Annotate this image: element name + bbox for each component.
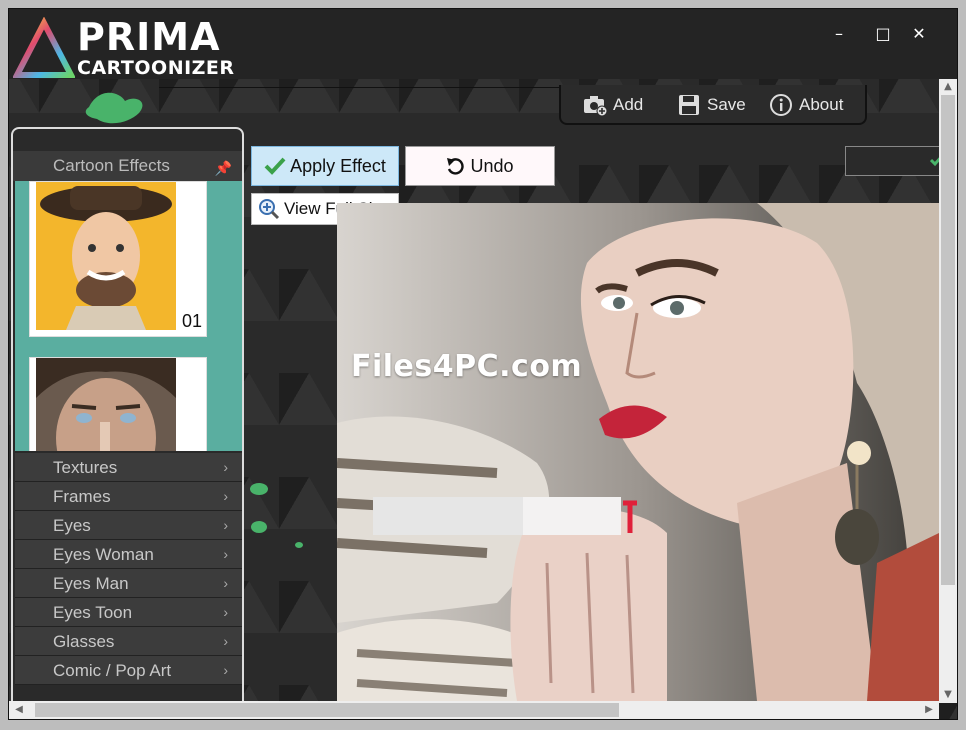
save-label: Save — [707, 95, 746, 114]
vertical-scroll-thumb[interactable] — [941, 95, 955, 585]
checkmark-icon — [264, 157, 286, 175]
menu-label: Comic / Pop Art — [53, 661, 172, 680]
scroll-right-icon[interactable]: ▶ — [921, 702, 937, 718]
about-button[interactable]: About — [769, 93, 843, 117]
scroll-left-icon[interactable]: ◀ — [11, 702, 27, 718]
menu-label: Frames — [53, 487, 111, 506]
vertical-scrollbar[interactable]: ▲ ▼ — [939, 79, 957, 703]
undo-button[interactable]: Undo — [405, 146, 555, 186]
image-canvas[interactable]: Files4PC.com — [245, 203, 939, 701]
chevron-right-icon: › — [223, 517, 228, 533]
watermark-text: Files4PC.com — [351, 349, 583, 384]
menu-label: Textures — [53, 458, 118, 477]
menu-item-eyes[interactable]: Eyes › — [15, 511, 242, 540]
chevron-right-icon: › — [223, 575, 228, 591]
about-label: About — [799, 95, 844, 114]
effect-thumbnail[interactable]: 01 — [29, 181, 207, 337]
horizontal-scrollbar[interactable]: ◀ ▶ — [9, 701, 939, 719]
pin-icon[interactable]: 📌 — [215, 153, 232, 183]
menu-item-comic-pop-art[interactable]: Comic / Pop Art › — [15, 656, 242, 685]
chevron-right-icon: › — [223, 488, 228, 504]
add-button[interactable]: Add — [583, 93, 643, 117]
thumbnail-number: 01 — [181, 311, 202, 331]
camera-add-icon — [583, 93, 607, 117]
menu-item-eyes-toon[interactable]: Eyes Toon › — [15, 598, 242, 627]
save-button[interactable]: Save — [677, 93, 746, 117]
toolbar-divider — [159, 87, 559, 88]
panel-title: Cartoon Effects — [53, 156, 170, 175]
info-icon — [769, 93, 793, 117]
minimize-button[interactable]: – — [825, 21, 853, 47]
undo-label: Undo — [470, 155, 514, 176]
close-button[interactable]: ✕ — [905, 21, 933, 47]
effects-panel: Cartoon Effects 📌 01 Textures › Frames ›… — [11, 127, 244, 719]
apply-effect-button[interactable]: Apply Effect — [251, 146, 399, 186]
chevron-right-icon: › — [223, 633, 228, 649]
menu-label: Eyes Toon — [53, 603, 133, 622]
cartoonized-photo: Files4PC.com — [337, 203, 939, 701]
apply-effect-label: Apply Effect — [290, 155, 386, 176]
menu-item-frames[interactable]: Frames › — [15, 482, 242, 511]
effects-menu: Textures › Frames › Eyes › Eyes Woman › Eyes… — [15, 453, 242, 685]
prism-logo-icon — [13, 17, 75, 78]
title-bar: PRIMA CARTOONIZER – □ ✕ — [9, 9, 957, 79]
menu-label: Eyes Woman — [53, 545, 154, 564]
menu-item-glasses[interactable]: Glasses › — [15, 627, 242, 656]
logo-subtitle: CARTOONIZER — [77, 57, 235, 79]
app-window: PRIMA CARTOONIZER – □ ✕ Add Save About C… — [8, 8, 958, 720]
scroll-down-icon[interactable]: ▼ — [940, 687, 956, 703]
chevron-right-icon: › — [223, 662, 228, 678]
thumbnail-image — [36, 182, 176, 330]
scroll-up-icon[interactable]: ▲ — [940, 79, 956, 95]
effect-thumbnails: 01 — [15, 181, 242, 451]
menu-label: Eyes Man — [53, 574, 129, 593]
floppy-disk-icon — [677, 93, 701, 117]
effect-combo[interactable] — [845, 146, 945, 176]
app-logo: PRIMA CARTOONIZER — [13, 15, 243, 79]
main-toolbar: Add Save About — [559, 85, 867, 125]
menu-label: Eyes — [53, 516, 91, 535]
thumbnail-image — [36, 358, 176, 451]
chevron-right-icon: › — [223, 459, 228, 475]
chevron-right-icon: › — [223, 546, 228, 562]
horizontal-scroll-thumb[interactable] — [35, 703, 619, 717]
logo-title: PRIMA — [77, 15, 221, 59]
menu-item-eyes-man[interactable]: Eyes Man › — [15, 569, 242, 598]
menu-item-textures[interactable]: Textures › — [15, 453, 242, 482]
effect-thumbnail[interactable] — [29, 357, 207, 451]
menu-label: Glasses — [53, 632, 115, 651]
maximize-button[interactable]: □ — [869, 21, 897, 47]
menu-item-eyes-woman[interactable]: Eyes Woman › — [15, 540, 242, 569]
chevron-right-icon: › — [223, 604, 228, 620]
panel-header: Cartoon Effects 📌 — [13, 151, 242, 181]
undo-arrow-icon — [446, 157, 465, 175]
add-label: Add — [613, 95, 644, 114]
